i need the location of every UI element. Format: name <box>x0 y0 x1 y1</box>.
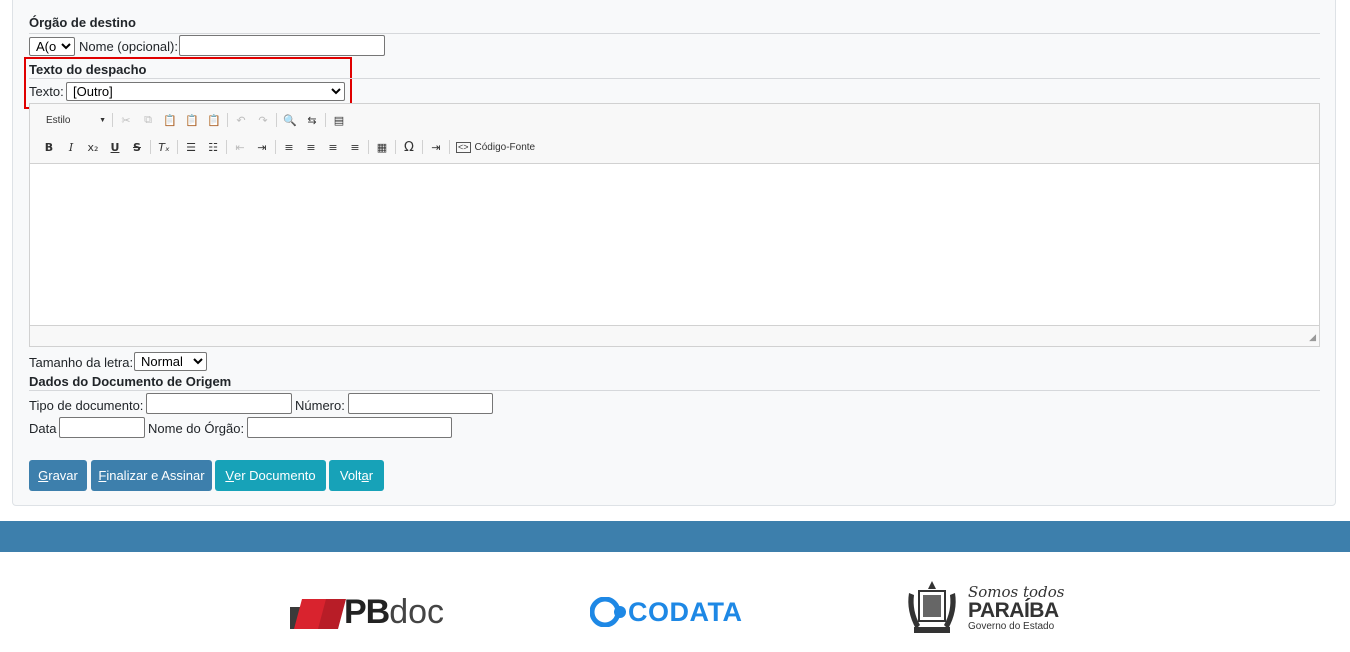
chevron-down-icon: ▼ <box>99 116 106 124</box>
paraiba-logo: Somos todos PARAÍBA Governo do Estado <box>906 580 1064 636</box>
style-dropdown[interactable]: Estilo ▼ <box>38 109 110 131</box>
paraiba-somos-text: Somos todos <box>968 582 1065 601</box>
nome-opcional-label: Nome (opcional): <box>79 39 178 54</box>
tamanho-letra-label: Tamanho da letra: <box>29 355 134 370</box>
codata-logo: CODATA <box>590 596 742 628</box>
ver-label: er Documento <box>234 468 316 483</box>
nome-orgao-label: Nome do Órgão: <box>148 421 245 436</box>
toolbar-separator <box>150 140 151 154</box>
source-label: Código-Fonte <box>474 141 536 153</box>
ver-documento-button[interactable]: Ver Documento <box>215 460 326 491</box>
align-justify-icon[interactable]: ≡ <box>322 136 344 158</box>
tipo-documento-input[interactable] <box>146 393 292 414</box>
page-break-2-icon[interactable]: ⇥ <box>425 136 447 158</box>
special-char-icon[interactable]: Ω <box>398 136 420 158</box>
tipo-documento-label: Tipo de documento: <box>29 398 144 413</box>
finalizar-assinar-button[interactable]: Finalizar e Assinar <box>91 460 212 491</box>
resize-handle-icon[interactable]: ◢ <box>1309 332 1316 343</box>
tratamento-select[interactable]: A(o) <box>29 37 75 56</box>
bold-icon[interactable]: B <box>38 136 60 158</box>
ver-accesskey: V <box>225 468 234 483</box>
rich-text-editor: Estilo ▼ ✂ ⧉ 📋 📋 📋 ↶ ↷ 🔍 ⇆ ▤ B I x₂ U S … <box>29 103 1320 347</box>
table-icon[interactable]: ▦ <box>371 136 393 158</box>
pbdoc-mark-icon <box>290 599 346 629</box>
paraiba-coat-of-arms-icon <box>908 581 956 633</box>
cut-icon[interactable]: ✂ <box>115 109 137 131</box>
nome-opcional-input[interactable] <box>179 35 385 56</box>
underline-icon[interactable]: U <box>104 136 126 158</box>
source-button[interactable]: <> Código-Fonte <box>452 136 539 158</box>
voltar-label-start: Volt <box>339 468 362 483</box>
pbdoc-logo: PB doc <box>290 592 444 632</box>
align-left-icon[interactable]: ≡ <box>278 136 300 158</box>
toolbar-separator <box>275 140 276 154</box>
footer-bar <box>0 521 1350 552</box>
orgao-destino-title: Órgão de destino <box>29 15 136 30</box>
gravar-button[interactable]: Gravar <box>29 460 87 491</box>
paraiba-gov-text: Governo do Estado <box>968 620 1055 632</box>
finalizar-label: inalizar e Assinar <box>106 468 205 483</box>
page-break-icon[interactable]: ▤ <box>328 109 350 131</box>
divider <box>29 33 1320 34</box>
paste-icon[interactable]: 📋 <box>159 109 181 131</box>
undo-icon[interactable]: ↶ <box>230 109 252 131</box>
toolbar-separator <box>227 113 228 127</box>
divider <box>29 78 1320 79</box>
texto-select[interactable]: [Outro] <box>66 82 345 101</box>
toolbar-separator <box>325 113 326 127</box>
numero-input[interactable] <box>348 393 493 414</box>
origem-title: Dados do Documento de Origem <box>29 374 232 389</box>
texto-label: Texto: <box>29 84 64 99</box>
numero-label: Número: <box>295 398 345 413</box>
replace-icon[interactable]: ⇆ <box>301 109 323 131</box>
editor-content[interactable] <box>30 163 1319 326</box>
outdent-icon[interactable]: ⇤ <box>229 136 251 158</box>
pbdoc-doc-text: doc <box>389 592 445 631</box>
toolbar-separator <box>177 140 178 154</box>
toolbar-separator <box>422 140 423 154</box>
pbdoc-pb-text: PB <box>344 592 390 631</box>
find-icon[interactable]: 🔍 <box>279 109 301 131</box>
voltar-label-end: r <box>368 468 374 483</box>
align-right-icon[interactable]: ≡ <box>344 136 366 158</box>
remove-format-icon[interactable]: Tₓ <box>153 136 175 158</box>
paste-text-icon[interactable]: 📋 <box>181 109 203 131</box>
copy-icon[interactable]: ⧉ <box>137 109 159 131</box>
gravar-label: ravar <box>48 468 78 483</box>
finalizar-accesskey: F <box>98 468 107 483</box>
gravar-accesskey: G <box>38 468 49 483</box>
codata-text: CODATA <box>628 596 743 627</box>
paraiba-name-text: PARAÍBA <box>968 598 1059 622</box>
align-center-icon[interactable]: ≡ <box>300 136 322 158</box>
toolbar-separator <box>226 140 227 154</box>
voltar-accesskey: a <box>361 468 369 483</box>
source-icon: <> <box>456 141 471 153</box>
toolbar-separator <box>368 140 369 154</box>
numbered-list-icon[interactable]: ☰ <box>180 136 202 158</box>
data-label: Data <box>29 421 57 436</box>
divider <box>29 390 1320 391</box>
italic-icon[interactable]: I <box>60 136 82 158</box>
codata-mark-icon <box>590 597 626 627</box>
subscript-icon[interactable]: x₂ <box>82 136 104 158</box>
texto-despacho-title: Texto do despacho <box>29 62 147 77</box>
paste-word-icon[interactable]: 📋 <box>203 109 225 131</box>
strike-icon[interactable]: S <box>126 136 148 158</box>
toolbar-separator <box>449 140 450 154</box>
indent-icon[interactable]: ⇥ <box>251 136 273 158</box>
toolbar-separator <box>395 140 396 154</box>
tamanho-letra-select[interactable]: Normal <box>134 352 207 371</box>
data-input[interactable] <box>59 417 145 438</box>
style-dropdown-label: Estilo <box>46 114 71 126</box>
voltar-button[interactable]: Volt a r <box>329 460 384 491</box>
toolbar-separator <box>276 113 277 127</box>
bulleted-list-icon[interactable]: ☷ <box>202 136 224 158</box>
redo-icon[interactable]: ↷ <box>252 109 274 131</box>
nome-orgao-input[interactable] <box>247 417 452 438</box>
toolbar-separator <box>112 113 113 127</box>
